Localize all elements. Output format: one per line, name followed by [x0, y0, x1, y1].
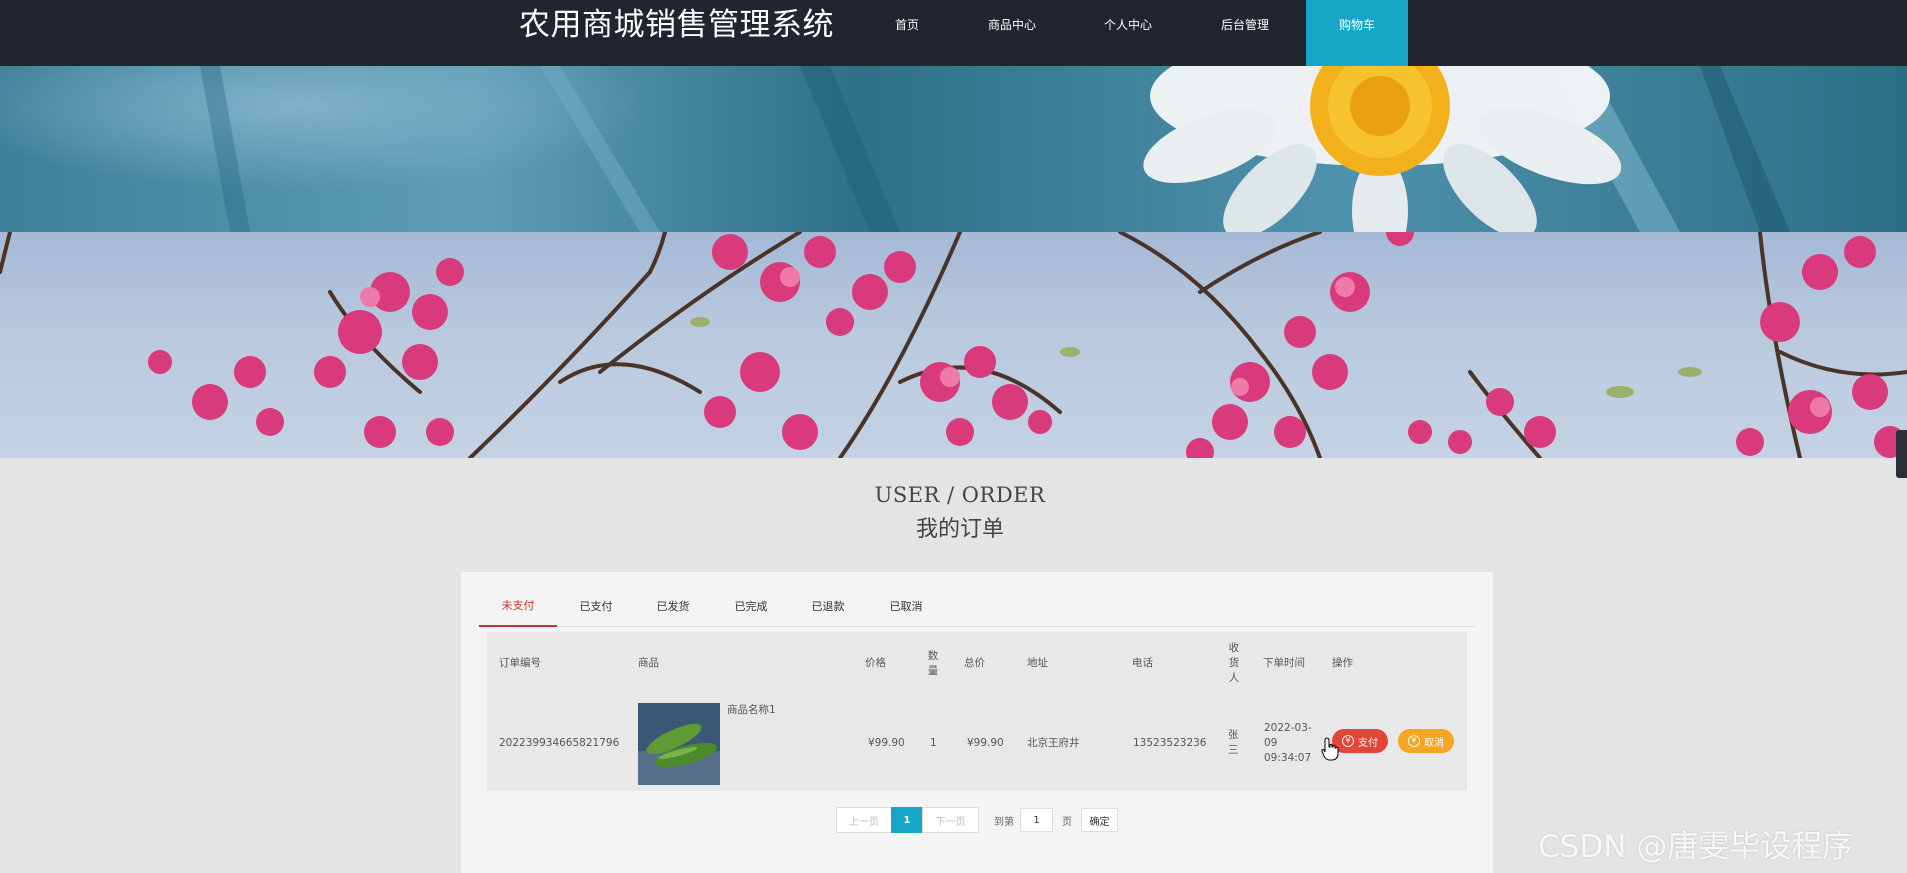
tab-completed[interactable]: 已完成: [712, 584, 790, 627]
pager-confirm-button[interactable]: 确定: [1081, 808, 1118, 832]
side-scroll-tab[interactable]: [1896, 430, 1907, 478]
header-order-no: 订单编号: [499, 657, 541, 669]
pager-prev-button[interactable]: 上一页: [836, 807, 892, 833]
nav-admin[interactable]: 后台管理: [1194, 0, 1296, 66]
pager-goto-prefix: 到第: [994, 816, 1014, 828]
cell-price: ¥99.90: [868, 736, 905, 749]
cell-order-time: 2022-03-09 09:34:07: [1264, 721, 1312, 764]
cell-product-name[interactable]: 商品名称1: [727, 695, 776, 725]
pager-next-button[interactable]: 下一页: [922, 807, 979, 833]
cell-address: 北京王府井: [1027, 736, 1080, 749]
cell-phone: 13523523236: [1133, 736, 1207, 749]
product-thumbnail[interactable]: [638, 703, 720, 785]
cancel-order-button[interactable]: ¥ 取消: [1398, 729, 1454, 753]
tab-cancelled[interactable]: 已取消: [867, 584, 945, 627]
header-product: 商品: [638, 657, 659, 669]
hand-pointer-icon: [1321, 737, 1339, 761]
page-heading-chinese: 我的订单: [915, 517, 1004, 542]
header-quantity: 数量: [927, 649, 939, 677]
tab-paid[interactable]: 已支付: [557, 584, 635, 627]
pager-goto-input[interactable]: [1020, 808, 1053, 832]
banner-image-daisy: [0, 66, 1907, 232]
cell-order-no: 202239934665821796: [499, 736, 620, 749]
top-navbar: 农用商城销售管理系统 首页 商品中心 个人中心 后台管理 购物车: [0, 0, 1907, 66]
order-status-tabs: 未支付 已支付 已发货 已完成 已退款 已取消: [479, 584, 1475, 627]
pay-button[interactable]: ¥ 支付: [1332, 729, 1388, 753]
nav-home[interactable]: 首页: [856, 0, 958, 66]
tab-unpaid[interactable]: 未支付: [479, 584, 557, 627]
cell-quantity: 1: [930, 736, 937, 749]
blossom-illustration: [0, 232, 1907, 458]
header-address: 地址: [1027, 657, 1048, 669]
site-title: 农用商城销售管理系统: [519, 7, 834, 43]
tab-refunded[interactable]: 已退款: [789, 584, 867, 627]
tab-shipped[interactable]: 已发货: [634, 584, 712, 627]
header-price: 价格: [865, 657, 886, 669]
pay-button-label: 支付: [1358, 737, 1378, 749]
coin-icon: ¥: [1408, 735, 1420, 747]
pager-goto-suffix: 页: [1062, 816, 1072, 828]
nav-personal-center[interactable]: 个人中心: [1077, 0, 1179, 66]
header-receiver: 收货人: [1228, 642, 1240, 684]
orders-table: 订单编号 商品 价格 数量 总价 地址 电话 收货人 下单时间 操作 20223…: [487, 632, 1467, 791]
cell-receiver: 张三: [1228, 729, 1239, 756]
header-total: 总价: [964, 657, 985, 669]
header-order-time: 下单时间: [1263, 657, 1305, 669]
pager-current-page[interactable]: 1: [891, 807, 923, 833]
page-heading-english: USER / ORDER: [874, 483, 1046, 507]
watermark-text: CSDN @唐雯毕设程序: [1538, 829, 1854, 865]
nav-cart[interactable]: 购物车: [1306, 0, 1408, 66]
banner-image-blossoms: [0, 232, 1907, 458]
header-phone: 电话: [1132, 657, 1153, 669]
header-actions: 操作: [1332, 657, 1353, 669]
cancel-button-label: 取消: [1424, 737, 1444, 749]
coin-icon: ¥: [1342, 735, 1354, 747]
cucumber-image: [638, 703, 720, 785]
cell-total: ¥99.90: [967, 736, 1004, 749]
daisy-illustration: [200, 66, 1790, 232]
nav-products[interactable]: 商品中心: [961, 0, 1063, 66]
